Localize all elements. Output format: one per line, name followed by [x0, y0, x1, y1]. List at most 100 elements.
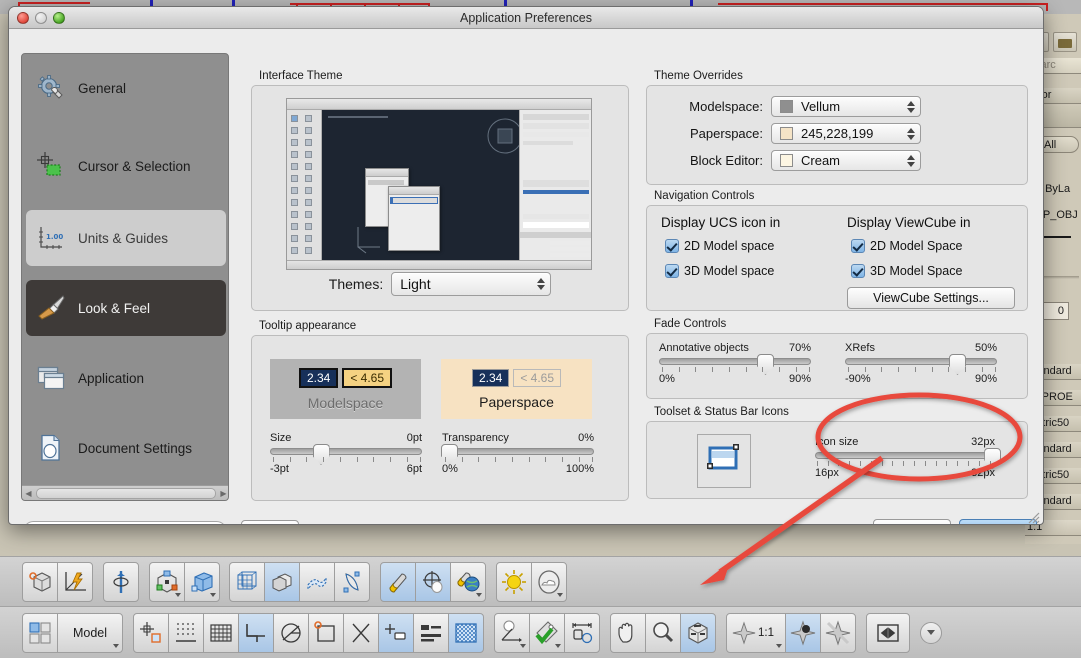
sun-light-icon[interactable]	[496, 561, 532, 602]
modelspace-override-select[interactable]: Vellum	[771, 96, 921, 117]
sidebar-item-general[interactable]: General	[26, 60, 226, 116]
annotative-fade-value: 70%	[788, 342, 811, 354]
icon-size-track[interactable]	[815, 448, 1002, 469]
workspace-tiles-icon[interactable]	[22, 612, 58, 653]
toolbar-group-mesh	[149, 561, 370, 602]
viewcube-3d-checkbox-row[interactable]: 3D Model Space	[851, 264, 962, 278]
toolbar-group-annotation-scale: 1:1	[726, 612, 856, 653]
viewcube-2d-checkbox-row[interactable]: 2D Model Space	[851, 239, 962, 253]
minimize-button[interactable]	[35, 12, 47, 24]
scroll-left-arrow-icon[interactable]: ◀	[22, 489, 35, 498]
grid-display-icon[interactable]	[203, 612, 239, 653]
lightning-axis-icon[interactable]	[57, 561, 93, 602]
dyn-ucs-icon[interactable]	[378, 612, 414, 653]
snap-grid-dots-icon[interactable]	[168, 612, 204, 653]
surface-patch-icon[interactable]	[299, 561, 335, 602]
chevron-down-icon[interactable]	[555, 643, 561, 648]
annotation-visibility-icon[interactable]	[785, 612, 821, 653]
sidebar-item-units-guides[interactable]: 1.00 Units & Guides	[26, 210, 226, 266]
chevron-down-icon[interactable]	[476, 592, 482, 597]
sidebar-horizontal-scrollbar[interactable]: ◀ ▶	[22, 485, 228, 500]
ucs-3d-checkbox-row[interactable]: 3D Model space	[665, 264, 774, 278]
sky-background-icon[interactable]	[531, 561, 567, 602]
bg-tool-folder-icon[interactable]	[1053, 32, 1077, 52]
toolbar-group-navigation	[610, 612, 716, 653]
help-button[interactable]: Help	[241, 520, 299, 524]
scroll-right-arrow-icon[interactable]: ▶	[217, 489, 228, 498]
object-snap-icon[interactable]	[308, 612, 344, 653]
close-button[interactable]	[17, 12, 29, 24]
ruler-axis-icon: 1.00	[36, 223, 66, 253]
chevron-down-icon[interactable]	[210, 592, 216, 597]
zoom-button[interactable]	[53, 12, 65, 24]
osnap-icon[interactable]	[133, 612, 169, 653]
nurbs-surface-icon[interactable]	[334, 561, 370, 602]
annotative-fade-slider[interactable]: Annotative objects 70% 0% 90%	[659, 342, 811, 385]
cylinder-light-icon[interactable]	[380, 561, 416, 602]
viewcube-settings-button[interactable]: ViewCube Settings...	[847, 287, 1015, 309]
viewcube-2d-checkbox[interactable]	[851, 239, 865, 253]
tooltip-transparency-slider[interactable]: Transparency 0% 0% 100%	[441, 432, 594, 475]
block-editor-override-value: Cream	[801, 153, 841, 168]
sidebar-item-application[interactable]: Application	[26, 350, 226, 406]
block-editor-override-select[interactable]: Cream	[771, 150, 921, 171]
size-slider-track[interactable]	[270, 444, 422, 465]
chevron-down-icon[interactable]	[776, 643, 782, 648]
icon-size-slider[interactable]: Icon size 32px 16px 32px	[815, 436, 1002, 479]
dialog-titlebar[interactable]: Application Preferences	[9, 7, 1043, 29]
pan-hand-icon[interactable]	[610, 612, 646, 653]
transparency-icon[interactable]	[494, 612, 530, 653]
transparency-slider-value: 0%	[578, 432, 594, 444]
xrefs-fade-slider[interactable]: XRefs 50% -90% 90%	[845, 342, 997, 385]
otrack-icon[interactable]	[343, 612, 379, 653]
blue-box-icon[interactable]	[184, 561, 220, 602]
annotation-scale-icon[interactable]: 1:1	[726, 612, 786, 653]
sidebar-item-document-settings[interactable]: Document Settings	[26, 420, 226, 476]
wireframe-box-icon[interactable]	[229, 561, 265, 602]
zoom-magnifier-icon[interactable]	[645, 612, 681, 653]
themes-select[interactable]: Light	[391, 272, 552, 296]
solid-union-icon[interactable]	[264, 561, 300, 602]
selection-cycling-icon[interactable]	[564, 612, 600, 653]
interface-theme-box: Themes: Light	[251, 85, 629, 311]
annotative-fade-track[interactable]	[659, 354, 811, 375]
ucs-2d-checkbox-row[interactable]: 2D Model space	[665, 239, 774, 253]
quick-properties-icon[interactable]	[529, 612, 565, 653]
polar-tracking-icon[interactable]	[273, 612, 309, 653]
lineweight-icon[interactable]	[448, 612, 484, 653]
theme-overrides-label: Theme Overrides	[654, 70, 743, 82]
resize-grip-icon[interactable]	[1027, 511, 1041, 524]
chevron-down-icon[interactable]	[557, 592, 563, 597]
viewcube-3d-checkbox[interactable]	[851, 264, 865, 278]
ucs-2d-checkbox[interactable]	[665, 239, 679, 253]
materials-globe-icon[interactable]	[450, 561, 486, 602]
scroll-track[interactable]	[36, 487, 216, 499]
dynamic-input-icon[interactable]	[413, 612, 449, 653]
viewcube-box-icon[interactable]	[680, 612, 716, 653]
workspace-select[interactable]: Model	[57, 612, 123, 653]
sidebar-item-look-feel[interactable]: Look & Feel	[26, 280, 226, 336]
chevron-down-icon[interactable]	[175, 592, 181, 597]
sidebar-item-label-application: Application	[78, 370, 145, 386]
box-snap-icon[interactable]	[22, 561, 58, 602]
preferences-search-input[interactable]: Search	[23, 521, 227, 524]
auto-scale-icon[interactable]	[820, 612, 856, 653]
target-point-icon[interactable]	[415, 561, 451, 602]
sidebar-item-cursor-selection[interactable]: Cursor & Selection	[26, 138, 226, 194]
revolve-icon[interactable]	[103, 561, 139, 602]
ok-button[interactable]: OK	[959, 519, 1037, 524]
ortho-mode-icon[interactable]	[238, 612, 274, 653]
chevron-down-icon[interactable]	[113, 643, 119, 648]
tooltip-size-slider[interactable]: Size 0pt -3pt 6pt	[270, 432, 422, 475]
transparency-slider-track[interactable]	[441, 444, 594, 465]
polygon-mesh-icon[interactable]	[149, 561, 185, 602]
sidebar-item-label-units: Units & Guides	[78, 230, 169, 246]
cancel-button[interactable]: Cancel	[873, 519, 951, 524]
fullscreen-icon[interactable]	[866, 612, 910, 653]
xrefs-fade-track[interactable]	[845, 354, 997, 375]
paperspace-override-select[interactable]: 245,228,199	[771, 123, 921, 144]
paperspace-chips: 2.34 < 4.65	[471, 368, 562, 387]
ucs-3d-checkbox[interactable]	[665, 264, 679, 278]
chevron-down-icon[interactable]	[520, 643, 526, 648]
status-menu-icon[interactable]	[920, 621, 942, 644]
